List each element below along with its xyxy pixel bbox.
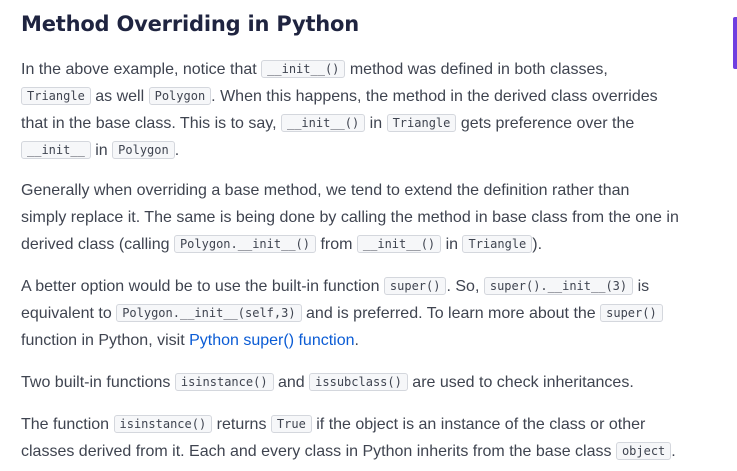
text: from	[316, 236, 357, 253]
inline-code: __init__()	[261, 60, 346, 78]
text: in	[90, 142, 113, 159]
inline-code: True	[270, 415, 312, 433]
text: derived class (calling	[21, 236, 174, 253]
article-content: Method Overriding in Python In the above…	[21, 0, 727, 465]
text: The function	[21, 416, 114, 433]
paragraph-extending-definition: Generally when overriding a base method,…	[21, 177, 727, 258]
text: and	[273, 374, 310, 391]
python-super-function-link[interactable]: Python super() function	[189, 332, 354, 349]
paragraph-isinstance: The function isinstance() returns True i…	[21, 411, 727, 465]
scroll-accent-bar	[733, 17, 737, 69]
inline-code: Triangle	[386, 114, 457, 132]
text: .	[174, 142, 180, 159]
inline-code: object	[615, 442, 672, 460]
text: .	[671, 443, 676, 460]
text: ).	[532, 236, 543, 253]
inline-code: __init__	[21, 141, 91, 159]
inline-code: isinstance()	[174, 373, 274, 391]
inline-code: __init__()	[356, 235, 442, 253]
text: in	[441, 236, 463, 253]
paragraph-overriding-intro: In the above example, notice that __init…	[21, 56, 727, 164]
text: .	[354, 332, 359, 349]
text: if the object is an instance of the clas…	[311, 416, 646, 433]
inline-code: Polygon	[112, 141, 175, 159]
text: Two built-in functions	[21, 374, 175, 391]
inline-code: super()	[600, 304, 663, 322]
text: are used to check inheritances.	[407, 374, 634, 391]
paragraph-builtin-functions: Two built-in functions isinstance() and …	[21, 369, 727, 396]
text: simply replace it. The same is being don…	[21, 209, 679, 226]
text: . When this happens, the method in the d…	[211, 88, 658, 105]
section-heading: Method Overriding in Python	[21, 12, 360, 36]
text: returns	[212, 416, 271, 433]
text: method was defined in both classes,	[345, 61, 608, 78]
text: as well	[90, 88, 149, 105]
text: classes derived from it. Each and every …	[21, 443, 616, 460]
text: that in the base class. This is to say,	[21, 115, 281, 132]
text: equivalent to	[21, 305, 117, 322]
text: gets preference over the	[456, 115, 635, 132]
paragraph-super-function: A better option would be to use the buil…	[21, 273, 727, 354]
inline-code: Polygon	[148, 87, 212, 105]
text: function in Python, visit	[21, 332, 190, 349]
inline-code: super()	[383, 277, 447, 295]
inline-code: Triangle	[462, 235, 533, 253]
inline-code: issubclass()	[309, 373, 408, 391]
text: and is preferred. To learn more about th…	[301, 305, 601, 322]
text: . So,	[446, 278, 484, 295]
inline-code: Polygon.__init__()	[173, 235, 316, 253]
text: In the above example, notice that	[21, 61, 262, 78]
text: in	[365, 115, 387, 132]
inline-code: __init__()	[280, 114, 366, 132]
text: is	[633, 278, 650, 295]
text: A better option would be to use the buil…	[21, 278, 384, 295]
inline-code: isinstance()	[113, 415, 213, 433]
text: Generally when overriding a base method,…	[21, 182, 630, 199]
inline-code: Polygon.__init__(self,3)	[116, 304, 302, 322]
inline-code: super().__init__(3)	[483, 277, 634, 295]
inline-code: Triangle	[21, 87, 91, 105]
